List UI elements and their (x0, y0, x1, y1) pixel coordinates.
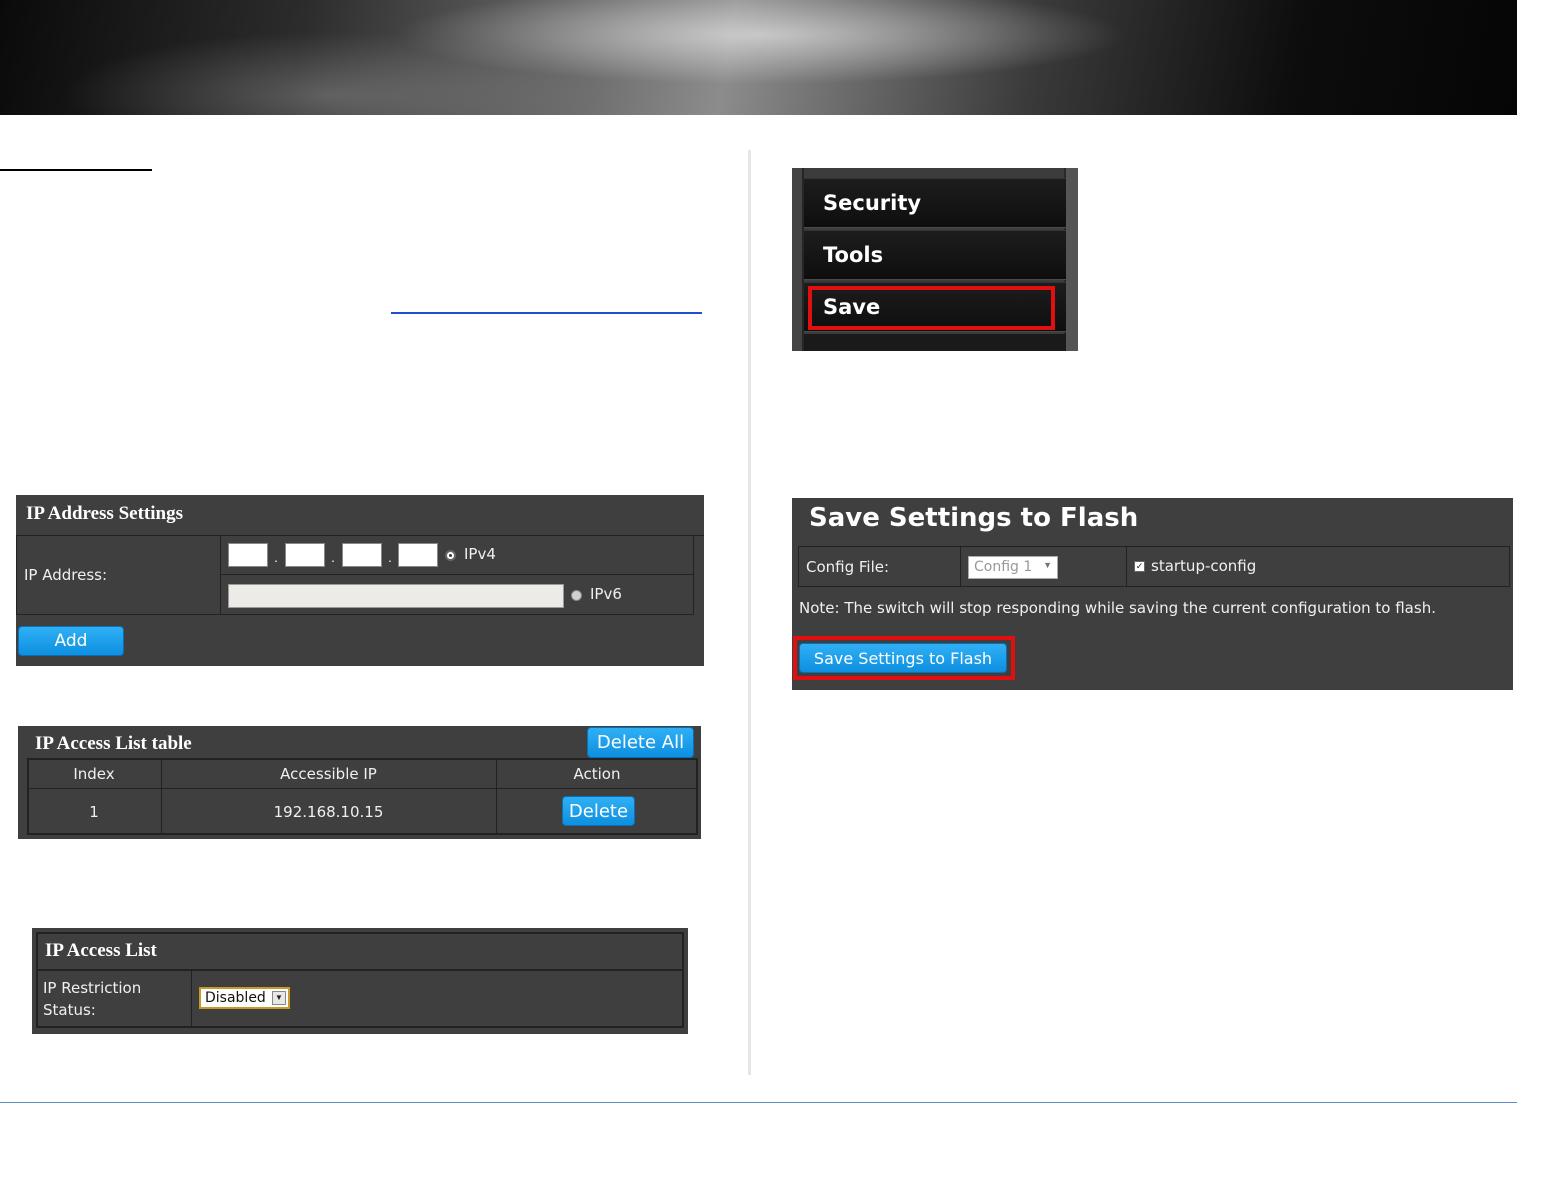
octet-separator: . (331, 549, 335, 565)
ip-address-settings-panel: IP Address Settings IP Address: . . . IP… (16, 495, 704, 666)
panel-title: IP Access List table (35, 733, 192, 754)
sidebar-menu: Security Tools Save (792, 168, 1078, 351)
header-banner (0, 0, 1517, 115)
panel-title: IP Address Settings (26, 503, 183, 524)
sidebar-item-tools[interactable]: Tools (804, 230, 1066, 280)
ipv6-address-input[interactable] (228, 584, 564, 608)
ipv6-radio[interactable] (571, 590, 582, 601)
ipv4-octet-2-input[interactable] (285, 543, 325, 567)
config-file-select[interactable]: Config 1 ▼ (968, 556, 1058, 579)
delete-all-button[interactable]: Delete All (587, 727, 694, 758)
config-file-label: Config File: (806, 558, 890, 576)
startup-config-label: startup-config (1151, 557, 1257, 575)
ip-access-list-panel: IP Access List IP Restriction Status: Di… (32, 928, 688, 1034)
ip-restriction-label-line1: IP Restriction (43, 979, 142, 997)
delete-row-button[interactable]: Delete (562, 796, 635, 826)
ipv4-label: IPv4 (464, 545, 496, 563)
config-file-value: Config 1 (974, 559, 1033, 575)
ipv4-octet-1-input[interactable] (228, 543, 268, 567)
table-cell-index: 1 (89, 803, 99, 821)
hyperlink-underline[interactable] (391, 312, 702, 314)
ip-restriction-status-value: Disabled (205, 990, 266, 1006)
add-button[interactable]: Add (18, 626, 124, 656)
column-header-index: Index (73, 765, 115, 783)
section-heading-underline (0, 169, 152, 171)
ipv6-label: IPv6 (590, 585, 622, 603)
startup-config-checkbox[interactable]: ✓ (1134, 561, 1145, 572)
column-divider (748, 150, 751, 1075)
column-header-accessible-ip: Accessible IP (280, 765, 377, 783)
octet-separator: . (274, 549, 278, 565)
octet-separator: . (388, 549, 392, 565)
ipv4-octet-3-input[interactable] (342, 543, 382, 567)
footer-rule (0, 1102, 1517, 1103)
panel-title: IP Access List (45, 940, 157, 961)
ip-address-label: IP Address: (24, 566, 108, 584)
highlight-box (793, 636, 1015, 680)
ip-access-list-table-panel: IP Access List table Delete All Index Ac… (18, 726, 701, 839)
ipv4-octet-4-input[interactable] (398, 543, 438, 567)
save-note: Note: The switch will stop responding wh… (799, 599, 1436, 617)
panel-title: Save Settings to Flash (809, 503, 1139, 533)
chevron-down-icon: ▼ (1043, 560, 1052, 570)
column-header-action: Action (573, 765, 621, 783)
sidebar-item-security[interactable]: Security (804, 178, 1066, 228)
table-cell-accessible-ip: 192.168.10.15 (273, 803, 384, 821)
ip-restriction-status-select[interactable]: Disabled ▼ (199, 987, 290, 1009)
ip-restriction-label-line2: Status: (43, 1001, 96, 1019)
highlight-box (808, 286, 1055, 330)
ipv4-radio[interactable] (445, 550, 456, 561)
save-settings-panel: Save Settings to Flash Config File: Conf… (792, 498, 1513, 690)
chevron-down-icon: ▼ (272, 991, 286, 1005)
